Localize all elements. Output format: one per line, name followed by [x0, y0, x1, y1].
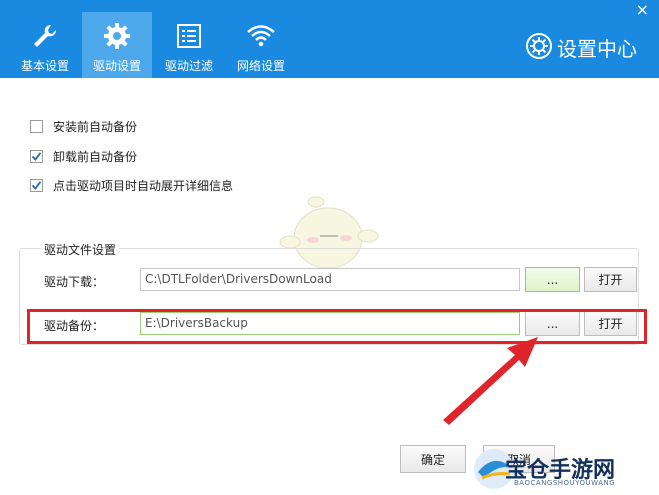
highlight-box	[27, 309, 647, 344]
tab-label: 网络设置	[236, 59, 285, 73]
tab-driver-settings[interactable]: 驱动设置	[82, 12, 152, 78]
settings-gear-icon	[525, 32, 553, 63]
wifi-icon	[246, 19, 276, 53]
watermark-subtext: BAOCANGSHOUYOUWANG	[514, 479, 616, 487]
list-icon	[175, 19, 203, 53]
checkbox[interactable]	[30, 150, 43, 163]
tab-label: 基本设置	[20, 59, 69, 73]
option-label: 点击驱动项目时自动展开详细信息	[53, 179, 234, 193]
checkbox[interactable]	[30, 179, 43, 192]
header-bar: 基本设置 驱动设置 驱动过滤 网络设置 × 设置中心	[0, 0, 659, 78]
open-download-button[interactable]: 打开	[584, 267, 637, 292]
ok-button[interactable]: 确定	[400, 445, 466, 473]
tab-driver-filter[interactable]: 驱动过滤	[154, 12, 224, 78]
option-auto-expand-details[interactable]: 点击驱动项目时自动展开详细信息	[30, 177, 233, 194]
checkbox[interactable]	[30, 120, 43, 133]
checkmark-icon	[31, 152, 42, 161]
tab-network-settings[interactable]: 网络设置	[226, 12, 296, 78]
gear-icon	[102, 19, 132, 53]
group-title: 驱动文件设置	[41, 241, 120, 258]
option-label: 安装前自动备份	[53, 120, 138, 134]
checkmark-icon	[31, 181, 42, 190]
tab-basic-settings[interactable]: 基本设置	[10, 12, 80, 78]
window-title: 设置中心	[525, 32, 637, 63]
tab-label: 驱动设置	[92, 59, 141, 73]
title-text: 设置中心	[557, 37, 637, 61]
option-backup-before-install[interactable]: 安装前自动备份	[30, 118, 137, 135]
download-path-input[interactable]: C:\DTLFolder\DriversDownLoad	[140, 268, 520, 291]
download-label: 驱动下载：	[44, 275, 105, 289]
option-backup-before-uninstall[interactable]: 卸载前自动备份	[30, 148, 137, 165]
browse-download-button[interactable]: ...	[525, 267, 580, 292]
wrench-icon	[31, 19, 59, 53]
close-button[interactable]: ×	[636, 2, 649, 18]
tab-label: 驱动过滤	[164, 59, 213, 73]
option-label: 卸载前自动备份	[53, 150, 138, 164]
